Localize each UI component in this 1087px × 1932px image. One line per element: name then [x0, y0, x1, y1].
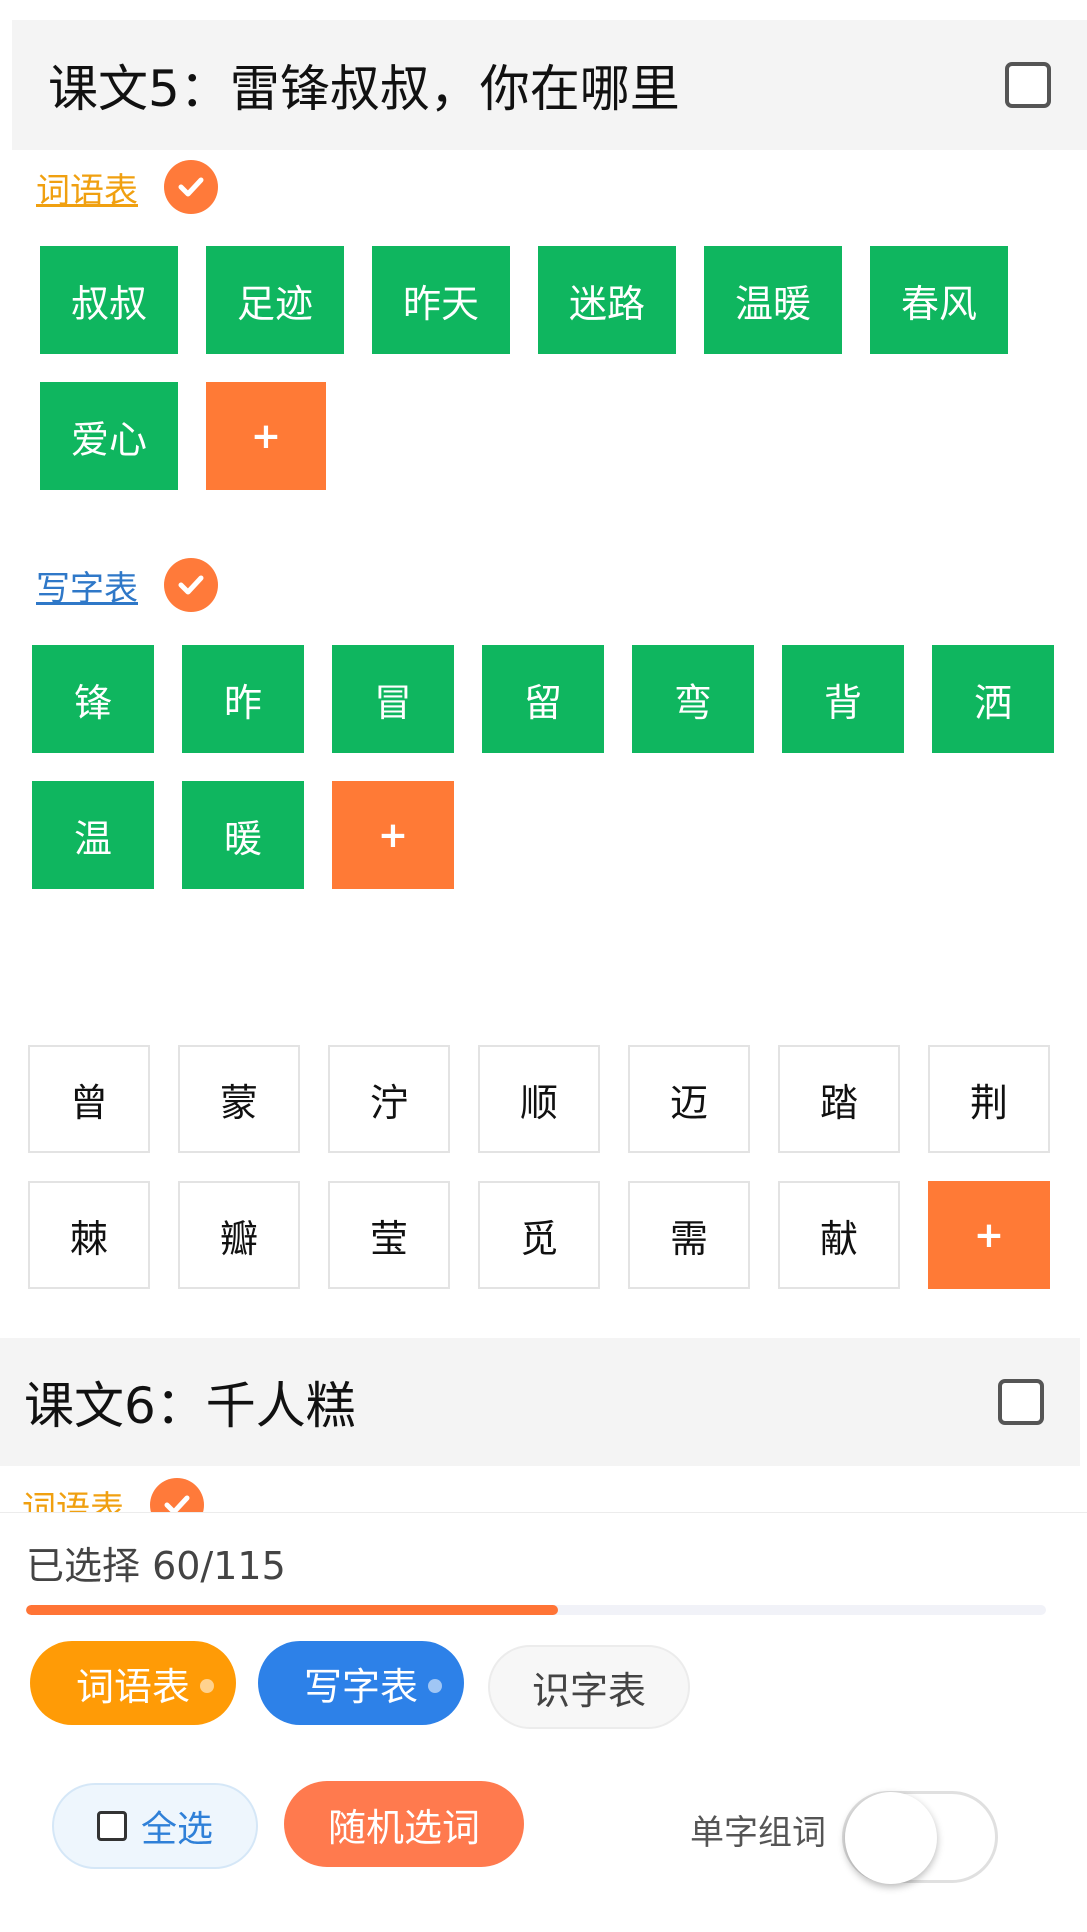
filter-label: 识字表: [531, 1668, 646, 1713]
dot-icon: [200, 1679, 214, 1693]
page: 课文5：雷锋叔叔，你在哪里 词语表 叔叔 足迹 昨天 迷路 温暖 春风 爱心 +…: [0, 0, 1087, 1932]
select-all-button[interactable]: 全选: [52, 1783, 258, 1869]
char-tile[interactable]: 背: [782, 645, 904, 753]
writing-table-section: 写字表: [36, 558, 218, 612]
recognition-char-tile[interactable]: 迈: [628, 1045, 750, 1153]
word-table-section: 词语表: [36, 160, 218, 214]
char-tile[interactable]: 暖: [182, 781, 304, 889]
recognition-char-tile[interactable]: 泞: [328, 1045, 450, 1153]
recognition-char-tile[interactable]: 瓣: [178, 1181, 300, 1289]
recognition-char-tile[interactable]: 献: [778, 1181, 900, 1289]
recognition-grid: 曾 蒙 泞 顺 迈 踏 荆 棘 瓣 莹 觅 需 献 +: [28, 1045, 1078, 1289]
recognition-char-tile[interactable]: 棘: [28, 1181, 150, 1289]
check-circle-icon: [164, 558, 218, 612]
char-tile[interactable]: 留: [482, 645, 604, 753]
char-tile[interactable]: 昨: [182, 645, 304, 753]
selection-progress-fill: [26, 1605, 559, 1615]
single-char-toggle-label: 单字组词: [690, 1813, 826, 1853]
word-grid: 叔叔 足迹 昨天 迷路 温暖 春风 爱心 +: [40, 246, 1040, 490]
recognition-char-tile[interactable]: 荆: [928, 1045, 1050, 1153]
recognition-char-tile[interactable]: 需: [628, 1181, 750, 1289]
selected-count: 已选择 60/115: [26, 1544, 286, 1588]
word-tile[interactable]: 温暖: [704, 246, 842, 354]
filter-word-table[interactable]: 词语表: [30, 1641, 236, 1725]
filter-recognition-table[interactable]: 识字表: [488, 1645, 690, 1729]
char-tile[interactable]: 弯: [632, 645, 754, 753]
word-tile[interactable]: 爱心: [40, 382, 178, 490]
checkbox-icon: [96, 1811, 127, 1841]
recognition-char-tile[interactable]: 蒙: [178, 1045, 300, 1153]
selection-panel: 已选择 60/115 词语表 写字表 识字表 全选 随机选词 单字组词: [0, 1512, 1087, 1932]
check-circle-icon: [164, 160, 218, 214]
dot-icon: [428, 1679, 442, 1693]
char-tile[interactable]: 洒: [932, 645, 1054, 753]
toggle-knob: [845, 1792, 937, 1884]
word-tile[interactable]: 足迹: [206, 246, 344, 354]
recognition-char-tile[interactable]: 顺: [478, 1045, 600, 1153]
filter-writing-table[interactable]: 写字表: [258, 1641, 464, 1725]
lesson-title: 课文6：千人糕: [24, 1377, 356, 1435]
lesson-header[interactable]: 课文6：千人糕: [0, 1338, 1080, 1466]
lesson-header[interactable]: 课文5：雷锋叔叔，你在哪里: [12, 20, 1087, 150]
word-tile[interactable]: 叔叔: [40, 246, 178, 354]
recognition-char-tile[interactable]: 觅: [478, 1181, 600, 1289]
word-table-link[interactable]: 词语表: [36, 163, 138, 212]
word-tile[interactable]: 春风: [870, 246, 1008, 354]
writing-table-link[interactable]: 写字表: [36, 561, 138, 610]
lesson-title: 课文5：雷锋叔叔，你在哪里: [48, 60, 680, 118]
word-tile[interactable]: 迷路: [538, 246, 676, 354]
filter-label: 词语表: [75, 1664, 190, 1709]
char-tile[interactable]: 锋: [32, 645, 154, 753]
recognition-char-tile[interactable]: 莹: [328, 1181, 450, 1289]
add-char-button[interactable]: +: [332, 781, 454, 889]
lesson-checkbox[interactable]: [1005, 62, 1051, 108]
recognition-char-tile[interactable]: 曾: [28, 1045, 150, 1153]
char-tile[interactable]: 温: [32, 781, 154, 889]
single-char-toggle[interactable]: [842, 1791, 998, 1884]
writing-grid: 锋 昨 冒 留 弯 背 洒 温 暖 +: [32, 645, 1072, 889]
selection-progress-bar: [26, 1605, 1046, 1615]
select-all-label: 全选: [140, 1809, 213, 1850]
word-tile[interactable]: 昨天: [372, 246, 510, 354]
add-recognition-char-button[interactable]: +: [928, 1181, 1050, 1289]
random-select-button[interactable]: 随机选词: [284, 1781, 524, 1867]
recognition-char-tile[interactable]: 踏: [778, 1045, 900, 1153]
filter-label: 写字表: [303, 1664, 418, 1709]
char-tile[interactable]: 冒: [332, 645, 454, 753]
add-word-button[interactable]: +: [206, 382, 326, 490]
lesson-checkbox[interactable]: [998, 1379, 1044, 1425]
